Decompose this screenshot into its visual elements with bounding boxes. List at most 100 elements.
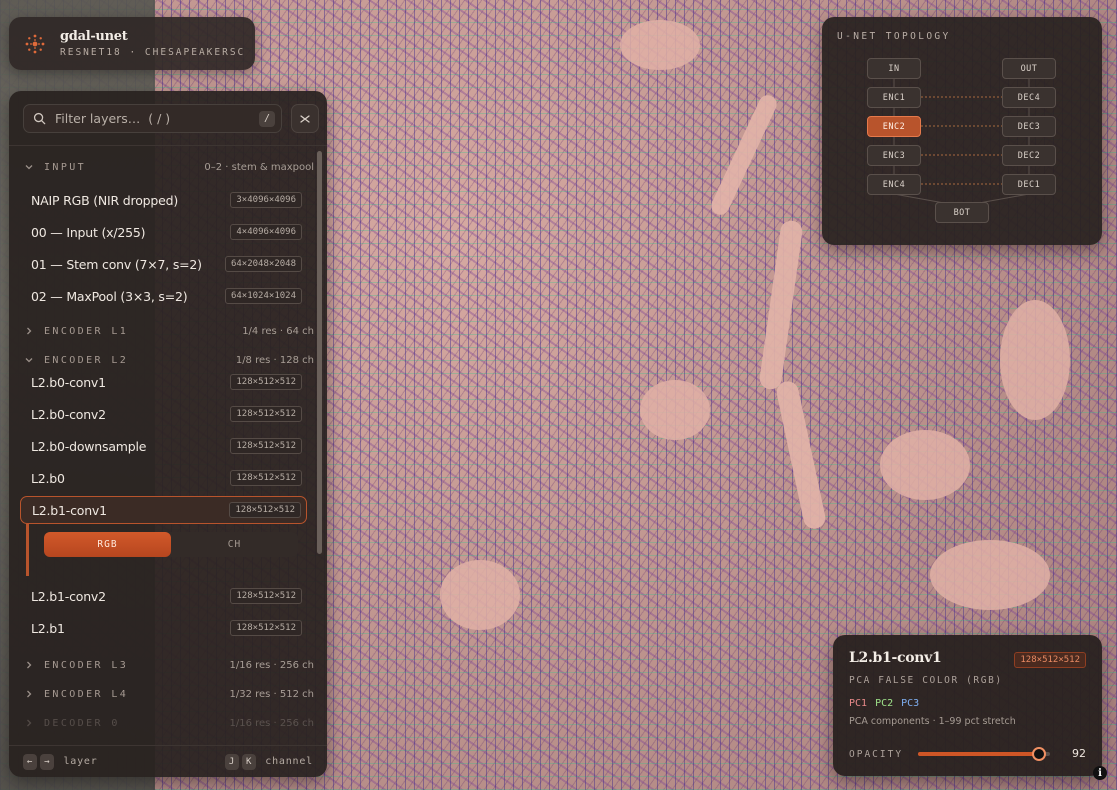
layer-row[interactable]: L2.b1-conv2 128×512×512 [20,582,307,610]
opacity-value: 92 [1072,747,1086,760]
layer-row[interactable]: L2.b1 128×512×512 [20,614,307,642]
group-meta: 0–2 · stem & maxpool [204,161,314,173]
map-patch [440,560,520,630]
layer-name: L2.b1-conv1 [32,502,107,518]
group-header-encoder-l3[interactable]: ENCODER L3 1/16 res · 256 ch [9,654,314,676]
layer-shape-badge: 128×512×512 [230,406,302,422]
topology-node-dec3[interactable]: DEC3 [1002,116,1056,137]
layer-row[interactable]: 00 — Input (x/255) 4×4096×4096 [20,218,307,246]
map-river [708,92,780,218]
group-header-decoder-0[interactable]: DECODER 0 1/16 res · 256 ch [9,712,314,734]
map-river [758,219,804,391]
layer-name: 02 — MaxPool (3×3, s=2) [31,288,188,304]
search-shortcut-key: / [258,110,275,127]
app-subtitle: RESNET18 · CHESAPEAKERSC [60,47,246,58]
topology-node-dec1[interactable]: DEC1 [1002,174,1056,195]
map-patch [930,540,1050,610]
topology-node-dec2[interactable]: DEC2 [1002,145,1056,166]
collapse-panel-button[interactable] [291,104,319,133]
topology-node-in[interactable]: IN [867,58,921,79]
chevron-right-icon [27,690,32,698]
opacity-slider-thumb[interactable] [1032,747,1047,761]
info-note: PCA components · 1–99 pct stretch [849,716,1016,727]
group-meta: 1/16 res · 256 ch [229,659,314,671]
view-mode-ch[interactable]: CH [171,532,298,557]
info-icon[interactable]: i [1093,766,1107,780]
group-header-encoder-l4[interactable]: ENCODER L4 1/32 res · 512 ch [9,683,314,705]
map-patch [880,430,970,500]
layer-info-card: L2.b1-conv1 128×512×512 PCA FALSE COLOR … [833,635,1102,776]
group-meta: 1/16 res · 256 ch [229,717,314,729]
group-name: DECODER 0 [44,717,120,729]
layer-row[interactable]: L2.b0-conv1 128×512×512 [20,368,307,396]
chevron-down-icon [25,165,33,170]
info-layer-title: L2.b1-conv1 [849,650,942,666]
layer-row[interactable]: L2.b0-conv2 128×512×512 [20,400,307,428]
layer-shape-badge: 64×2048×2048 [224,256,302,272]
map-river [774,379,828,531]
layer-row[interactable]: L2.b0 128×512×512 [20,464,307,492]
group-header-input[interactable]: INPUT 0–2 · stem & maxpool [9,156,314,178]
layer-name: 01 — Stem conv (7×7, s=2) [31,256,202,272]
topology-node-out[interactable]: OUT [1002,58,1056,79]
view-mode-toggle[interactable]: RGB CH [44,532,298,557]
selection-indicator [26,524,29,576]
search-input[interactable] [55,111,259,126]
layer-list-scrollbar[interactable] [317,151,322,554]
map-patch [640,380,710,440]
topology-node-enc4[interactable]: ENC4 [867,174,921,195]
chevron-down-icon [25,358,33,363]
keyboard-hints: ← → layer J K channel [9,745,327,777]
topology-node-bot[interactable]: BOT [935,202,989,223]
topology-node-enc2[interactable]: ENC2 [867,116,921,137]
layer-shape-badge: 128×512×512 [229,502,301,518]
group-header-encoder-l1[interactable]: ENCODER L1 1/4 res · 64 ch [9,320,314,342]
pc2-label: PC2 [875,698,894,709]
layer-row[interactable]: NAIP RGB (NIR dropped) 3×4096×4096 [20,186,307,214]
collapse-icon [300,114,310,123]
layer-shape-badge: 128×512×512 [230,588,302,604]
topology-node-dec4[interactable]: DEC4 [1002,87,1056,108]
channel-next-key: K [242,753,257,770]
pc3-label: PC3 [901,698,920,709]
layer-row-selected[interactable]: L2.b1-conv1 128×512×512 [20,496,307,524]
brand-header: gdal-unet RESNET18 · CHESAPEAKERSC [9,17,255,70]
layer-name: L2.b0-conv2 [31,406,106,422]
group-name: ENCODER L3 [44,659,129,671]
chevron-right-icon [27,719,32,727]
layer-shape-badge: 128×512×512 [230,620,302,636]
map-patch [1000,300,1070,420]
layer-name: NAIP RGB (NIR dropped) [31,192,179,208]
channel-hint-label: channel [265,756,313,767]
channel-prev-key: J [224,753,240,770]
view-mode-rgb[interactable]: RGB [44,532,171,557]
app-title: gdal-unet [60,29,128,44]
group-name: ENCODER L1 [44,325,129,337]
unet-topology-panel: U-NET TOPOLOGY IN ENC1 ENC2 ENC3 ENC4 OU… [822,17,1102,245]
info-subtitle: PCA FALSE COLOR (RGB) [849,675,1003,686]
layer-name: L2.b1-conv2 [31,588,106,604]
layer-name: L2.b1 [31,620,65,636]
info-shape-badge: 128×512×512 [1014,652,1086,668]
layer-search[interactable]: / [23,104,282,133]
layer-shape-badge: 128×512×512 [230,374,302,390]
opacity-slider[interactable] [918,747,1050,761]
layer-row[interactable]: 02 — MaxPool (3×3, s=2) 64×1024×1024 [20,282,307,310]
pc1-label: PC1 [849,698,868,709]
group-meta: 1/4 res · 64 ch [242,325,314,337]
topology-node-enc1[interactable]: ENC1 [867,87,921,108]
layer-panel: / INPUT 0–2 · stem & maxpool NAIP RGB (N… [9,91,327,777]
map-patch [620,20,700,70]
layer-list[interactable]: INPUT 0–2 · stem & maxpool NAIP RGB (NIR… [9,146,327,746]
layer-row[interactable]: L2.b0-downsample 128×512×512 [20,432,307,460]
chevron-right-icon [27,661,32,669]
layer-shape-badge: 3×4096×4096 [230,192,302,208]
topology-node-enc3[interactable]: ENC3 [867,145,921,166]
layer-shape-badge: 128×512×512 [230,470,302,486]
group-name: INPUT [44,161,87,173]
opacity-slider-fill [918,752,1040,756]
group-name: ENCODER L2 [44,354,129,366]
group-name: ENCODER L4 [44,688,129,700]
layer-row[interactable]: 01 — Stem conv (7×7, s=2) 64×2048×2048 [20,250,307,278]
layer-shape-badge: 64×1024×1024 [224,288,302,304]
